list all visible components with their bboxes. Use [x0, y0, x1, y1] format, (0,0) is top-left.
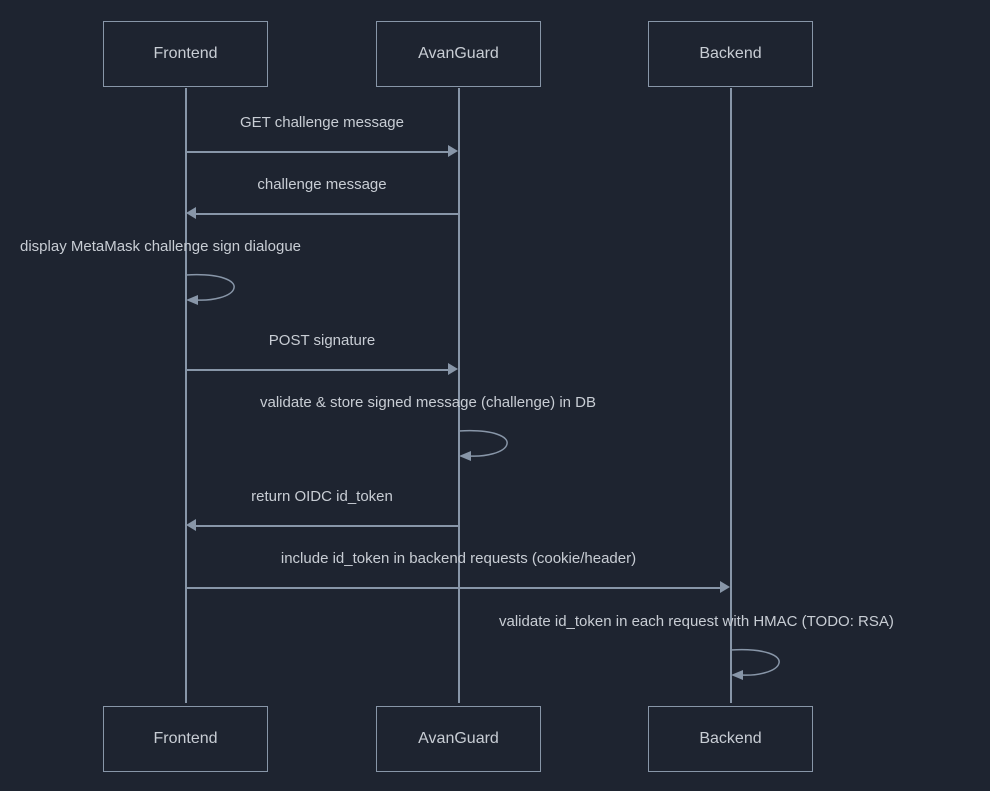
arrow-head-left-icon: [186, 519, 196, 531]
self-loop-icon: [186, 273, 236, 298]
arrow-head-right-icon: [720, 581, 730, 593]
participant-frontend-bottom: Frontend: [103, 706, 268, 772]
arrow-line: [186, 151, 448, 153]
self-loop-icon: [731, 648, 781, 673]
arrow-head-right-icon: [448, 145, 458, 157]
message-label: display MetaMask challenge sign dialogue: [20, 238, 301, 255]
arrow-line: [196, 213, 458, 215]
participant-label: AvanGuard: [418, 730, 499, 748]
participant-backend-top: Backend: [648, 21, 813, 87]
message-label: POST signature: [186, 332, 458, 349]
message-label: GET challenge message: [186, 114, 458, 131]
message-label: validate id_token in each request with H…: [499, 613, 894, 630]
message-label: include id_token in backend requests (co…: [186, 550, 731, 567]
participant-label: Frontend: [153, 730, 217, 748]
arrow-line: [186, 587, 720, 589]
arrow-head-left-icon: [186, 207, 196, 219]
arrow-line: [186, 369, 448, 371]
participant-label: Frontend: [153, 45, 217, 63]
participant-backend-bottom: Backend: [648, 706, 813, 772]
participant-label: Backend: [699, 730, 761, 748]
participant-avanguard-bottom: AvanGuard: [376, 706, 541, 772]
participant-frontend-top: Frontend: [103, 21, 268, 87]
message-label: return OIDC id_token: [186, 488, 458, 505]
participant-avanguard-top: AvanGuard: [376, 21, 541, 87]
lifeline-backend: [730, 88, 732, 703]
message-label: validate & store signed message (challen…: [260, 394, 596, 411]
arrow-head-right-icon: [448, 363, 458, 375]
message-label: challenge message: [186, 176, 458, 193]
arrow-line: [196, 525, 458, 527]
self-loop-icon: [459, 429, 509, 454]
participant-label: AvanGuard: [418, 45, 499, 63]
participant-label: Backend: [699, 45, 761, 63]
